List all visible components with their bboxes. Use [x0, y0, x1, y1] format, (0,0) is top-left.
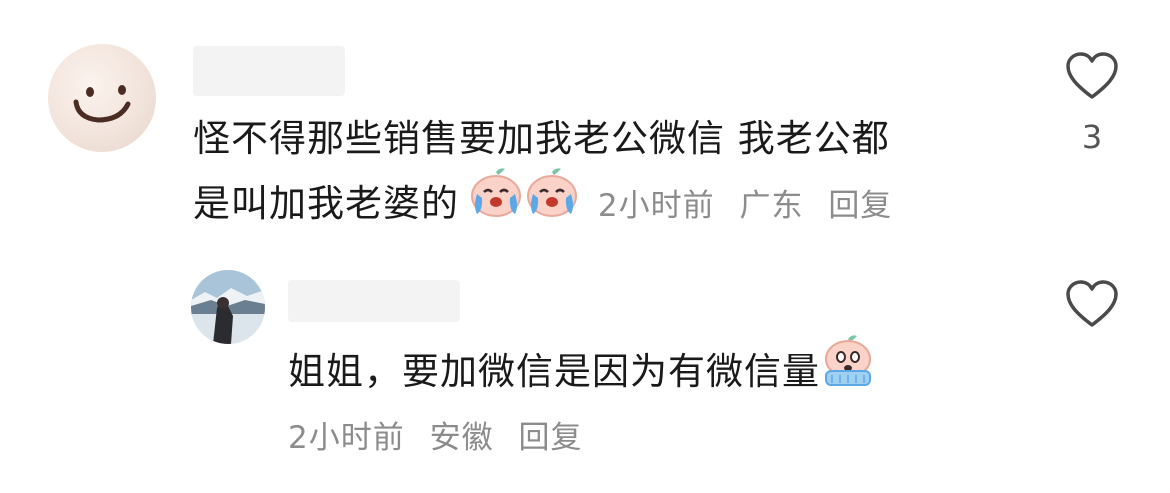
comment-text-segment: 是叫加我老婆的 — [193, 182, 459, 225]
comment-meta: 2小时前 安徽 回复 — [288, 412, 596, 457]
timestamp: 2小时前 — [597, 188, 715, 224]
location: 安徽 — [429, 420, 494, 456]
avatar[interactable] — [191, 270, 265, 344]
username-redacted[interactable] — [288, 280, 460, 322]
comment-text: 怪不得那些销售要加我老公微信 我老公都 是叫加我老婆的 2小时前 广东 回复 — [193, 108, 993, 241]
location: 广东 — [739, 188, 804, 224]
comment-text: 姐姐，要加微信是因为有微信量 — [288, 335, 878, 410]
smiley-face-avatar-icon — [73, 85, 131, 123]
heart-outline-icon — [1066, 280, 1118, 327]
mountain-photo-avatar-icon — [191, 270, 265, 344]
comment-text-segment: 姐姐，要加微信是因为有微信量 — [288, 350, 820, 393]
comment-meta: 2小时前 广东 回复 — [587, 188, 906, 224]
scared-peach-emoji-icon — [820, 333, 876, 406]
comment-text-line: 是叫加我老婆的 2小时前 广东 回复 — [193, 168, 993, 241]
avatar[interactable] — [48, 44, 156, 152]
timestamp: 2小时前 — [288, 420, 405, 456]
username-redacted[interactable] — [193, 46, 345, 96]
like-button[interactable] — [1064, 50, 1120, 102]
like-button[interactable] — [1064, 278, 1120, 330]
crying-peach-emoji-icon — [525, 166, 579, 237]
crying-peach-emoji-icon — [469, 166, 523, 237]
reply-button[interactable]: 回复 — [828, 188, 892, 224]
like-count: 3 — [1081, 118, 1103, 156]
heart-outline-icon — [1066, 52, 1118, 99]
comment-text-line: 怪不得那些销售要加我老公微信 我老公都 — [193, 117, 890, 160]
reply-button[interactable]: 回复 — [518, 420, 582, 456]
